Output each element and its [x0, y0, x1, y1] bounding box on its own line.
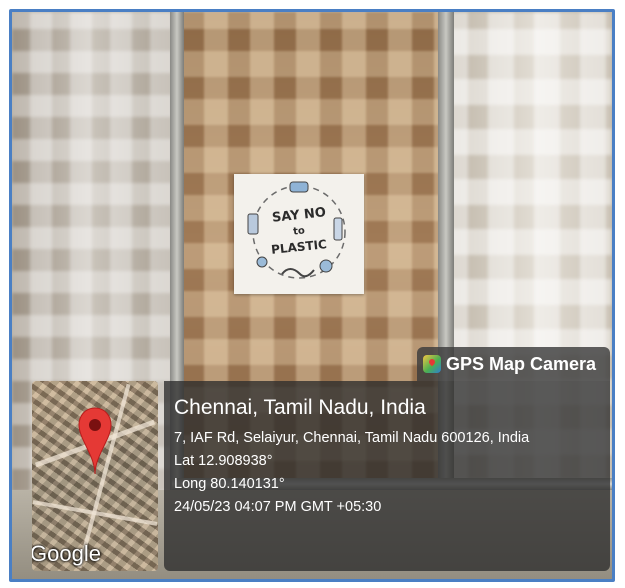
- say-no-to-plastic-poster: SAY NO to PLASTIC: [234, 174, 364, 294]
- location-timestamp: 24/05/23 04:07 PM GMT +05:30: [174, 499, 382, 515]
- google-map-label: Google: [32, 541, 101, 566]
- location-info-panel: Chennai, Tamil Nadu, India 7, IAF Rd, Se…: [164, 381, 610, 571]
- gps-map-camera-icon: [423, 355, 441, 373]
- map-pin-icon: [78, 407, 112, 475]
- location-longitude: Long 80.140131°: [174, 476, 285, 492]
- map-thumbnail: Google: [32, 381, 158, 571]
- location-latitude: Lat 12.908938°: [174, 453, 273, 469]
- gps-app-badge: GPS Map Camera: [417, 347, 610, 381]
- gps-app-name: GPS Map Camera: [446, 353, 597, 374]
- photo-frame: SAY NO to PLASTIC GPS Map Camera Google …: [9, 9, 615, 582]
- location-address: 7, IAF Rd, Selaiyur, Chennai, Tamil Nadu…: [174, 430, 530, 446]
- location-place: Chennai, Tamil Nadu, India: [174, 396, 426, 419]
